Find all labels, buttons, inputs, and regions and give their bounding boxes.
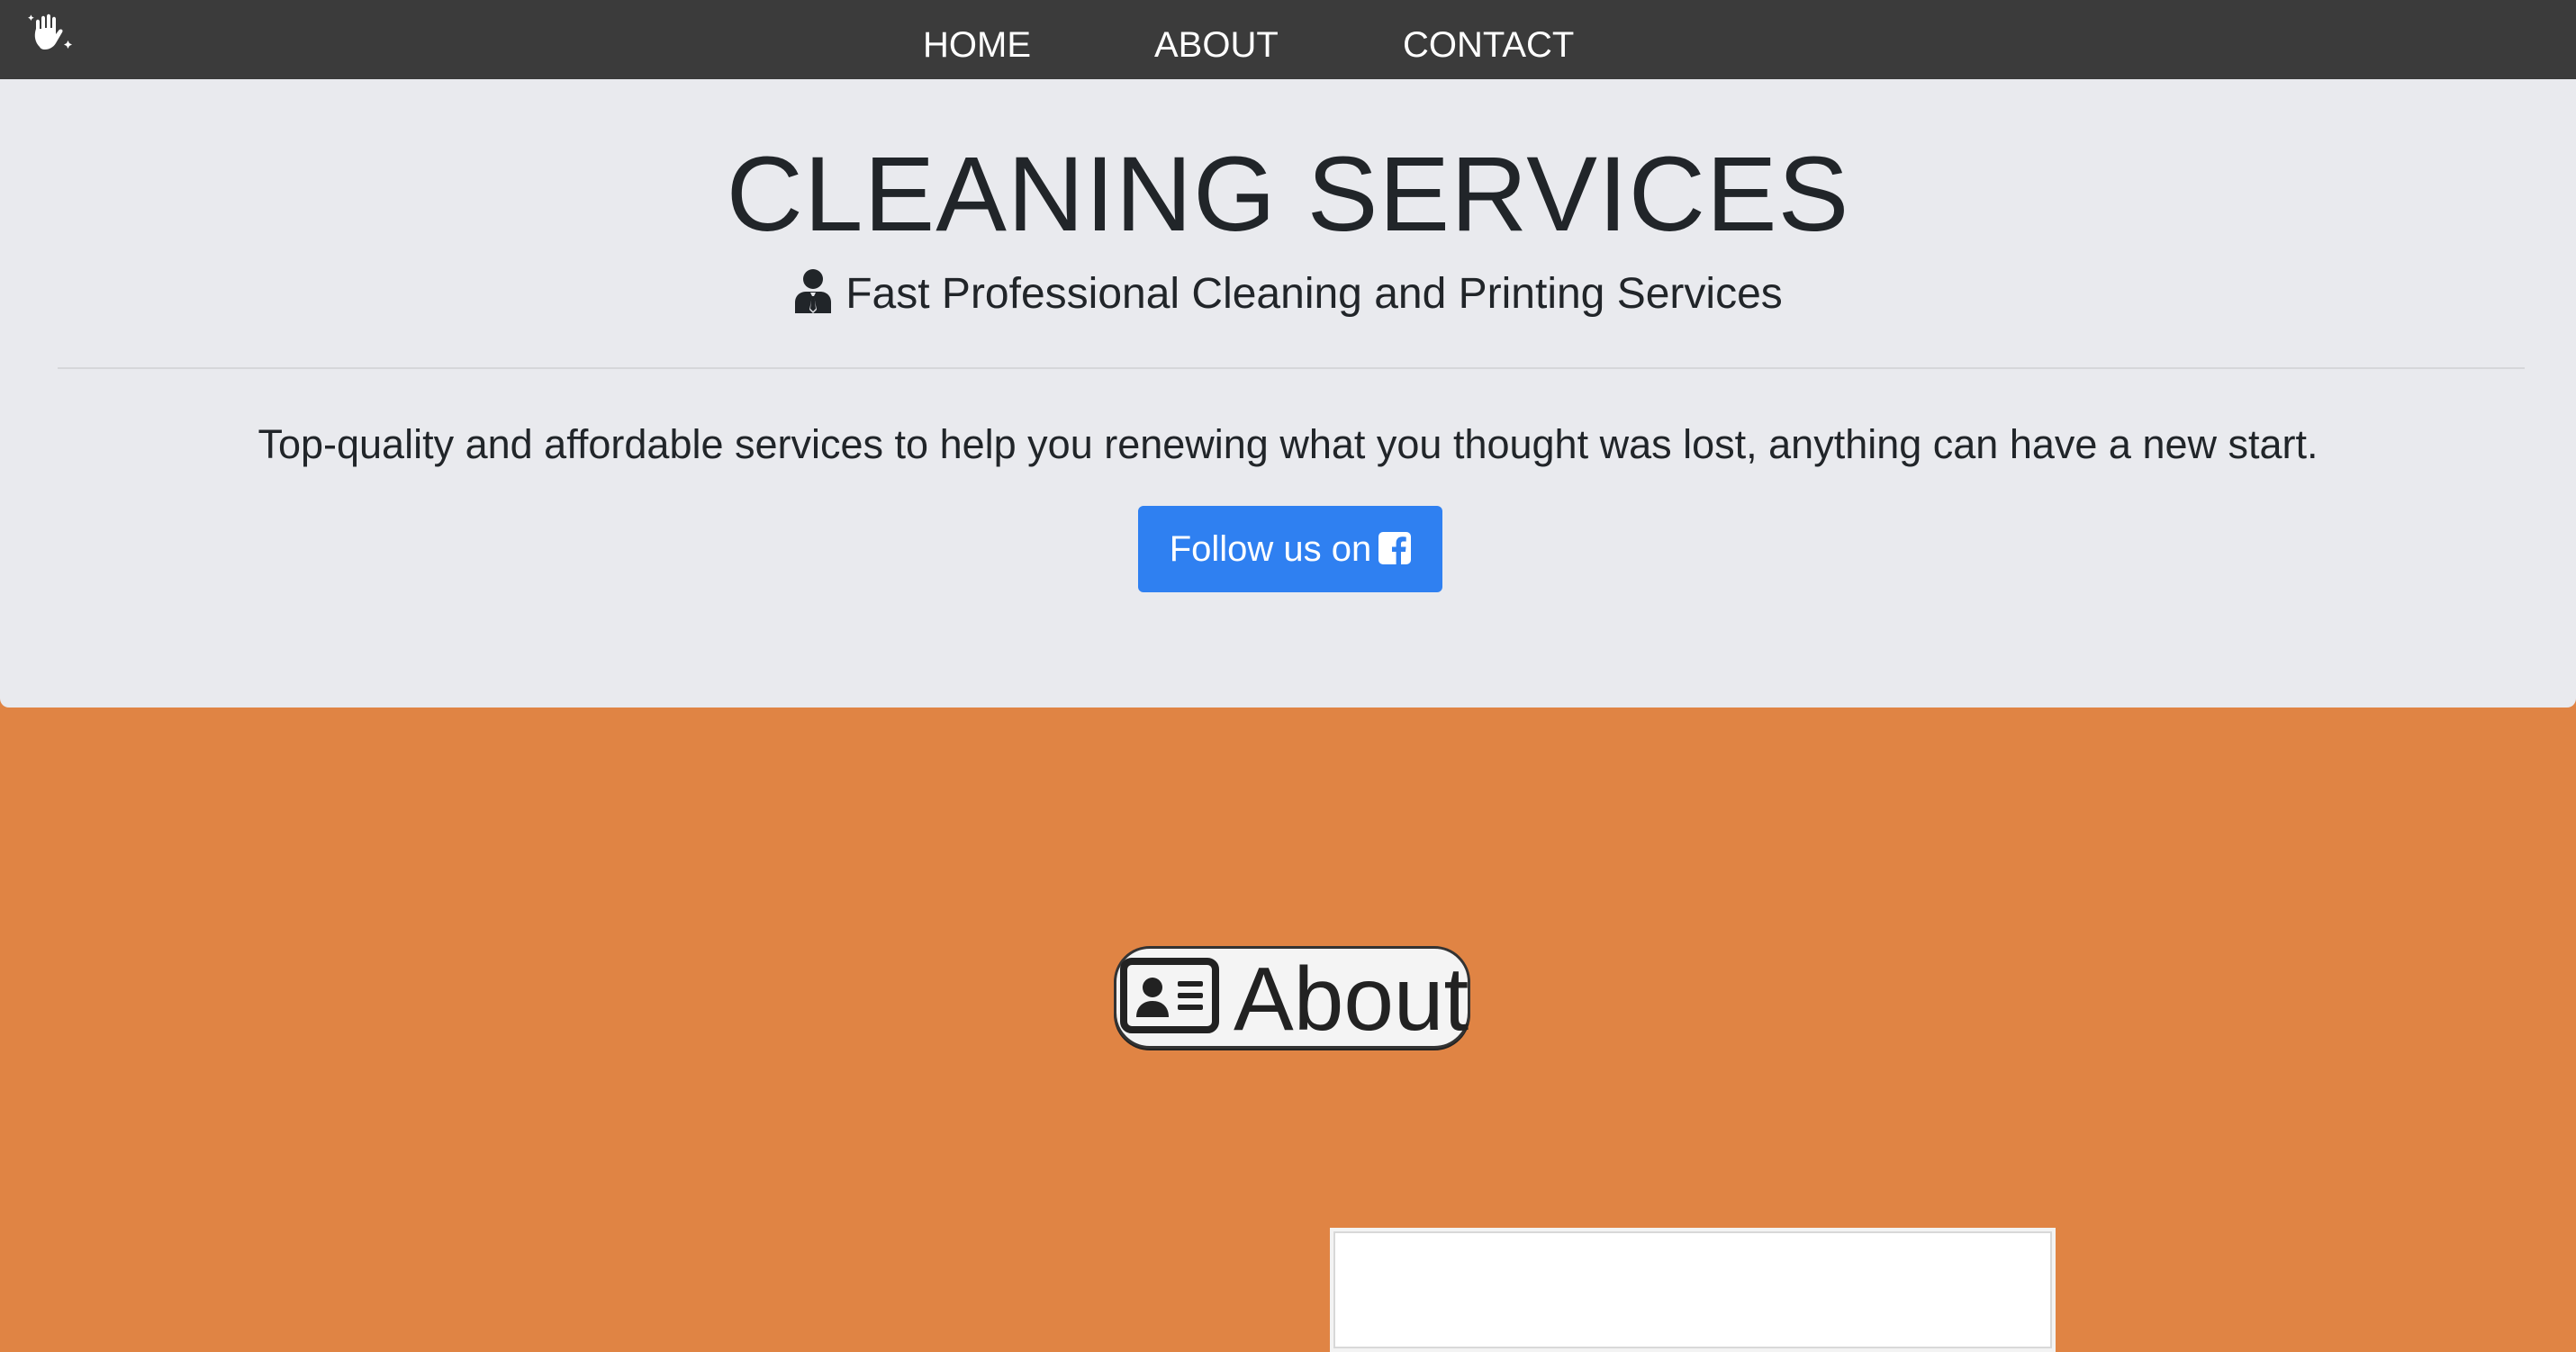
divider: [58, 367, 2525, 369]
nav-home-link[interactable]: HOME: [923, 0, 1031, 79]
about-section: About: [0, 708, 2576, 1352]
follow-button-label: Follow us on: [1169, 529, 1372, 569]
user-tie-icon: [793, 268, 833, 313]
hand-sparkle-icon[interactable]: [27, 11, 74, 54]
id-card-icon: [1120, 958, 1219, 1033]
nav-contact-link[interactable]: CONTACT: [1403, 0, 1574, 79]
hero-subtitle-text: Fast Professional Cleaning and Printing …: [845, 270, 1783, 318]
about-heading: About: [1114, 946, 1470, 1050]
hero-subtitle: Fast Professional Cleaning and Printing …: [0, 268, 2576, 319]
follow-facebook-button[interactable]: Follow us on: [1138, 506, 1442, 592]
about-content-card: [1330, 1228, 2056, 1352]
nav-about-link[interactable]: ABOUT: [1154, 0, 1279, 79]
navbar: HOME ABOUT CONTACT: [0, 0, 2576, 79]
page-title: CLEANING SERVICES: [726, 135, 1850, 254]
facebook-square-icon: [1378, 509, 1412, 564]
hero-lead-text: Top-quality and affordable services to h…: [258, 421, 2318, 467]
about-heading-text: About: [1234, 949, 1469, 1050]
hero-section: CLEANING SERVICES Fast Professional Clea…: [0, 79, 2576, 708]
